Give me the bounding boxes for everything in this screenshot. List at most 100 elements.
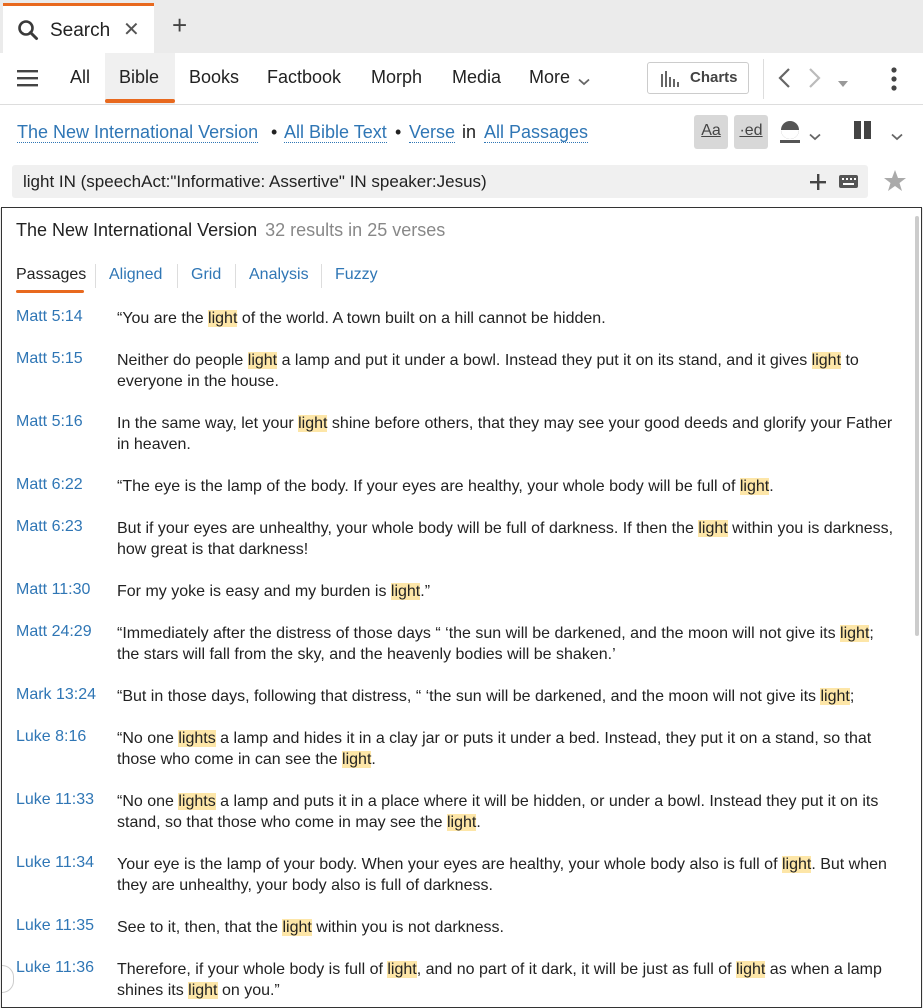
verse-reference-link[interactable]: Matt 6:22	[16, 476, 83, 494]
search-hit-highlight: lights	[178, 793, 216, 810]
verse-text-segment: In the same way, let your	[117, 415, 299, 432]
tab-aligned[interactable]: Aligned	[109, 266, 162, 284]
divider	[763, 59, 764, 99]
more-options-icon[interactable]	[891, 67, 897, 96]
search-hit-highlight: light	[446, 814, 477, 831]
verse-text-segment: See to it, then, that the	[117, 919, 283, 936]
star-icon[interactable]	[883, 169, 907, 198]
back-arrow-icon[interactable]	[777, 67, 791, 94]
verse-reference-link[interactable]: Luke 11:34	[16, 854, 94, 872]
verse-text-segment: ;	[849, 688, 855, 705]
tab-passages[interactable]: Passages	[16, 266, 86, 284]
verse-reference-link[interactable]: Luke 8:16	[16, 728, 86, 746]
close-icon[interactable]: ✕	[123, 20, 140, 40]
tab-analysis[interactable]: Analysis	[249, 266, 309, 284]
scope-link[interactable]: All Bible Text	[284, 122, 387, 143]
hamburger-menu-icon[interactable]	[17, 69, 39, 92]
version-link[interactable]: The New International Version	[17, 122, 259, 143]
add-icon[interactable]	[809, 173, 827, 196]
tab-factbook[interactable]: Factbook	[267, 67, 341, 88]
search-icon	[17, 19, 39, 46]
verse-text: “No one lights a lamp and hides it in a …	[117, 728, 897, 770]
verse-text-segment: Neither do people	[117, 352, 248, 369]
verse-reference-link[interactable]: Luke 11:33	[16, 791, 94, 809]
separator-dot: •	[395, 122, 402, 142]
keyboard-icon[interactable]	[839, 175, 859, 194]
verse-text-segment: “You are the	[117, 310, 209, 327]
search-hit-highlight: light	[735, 961, 766, 978]
tab-media[interactable]: Media	[452, 67, 501, 88]
results-count: 32 results in 25 verses	[265, 220, 446, 240]
match-forms-button[interactable]: ·ed	[734, 115, 768, 149]
search-row: light IN (speechAct:"Informative: Assert…	[0, 162, 923, 208]
verse-reference-link[interactable]: Mark 13:24	[16, 686, 96, 704]
verse-text-segment: a lamp and puts it in a place where it w…	[117, 793, 879, 831]
divider	[95, 264, 96, 288]
divider	[177, 264, 178, 288]
match-case-button[interactable]: Aa	[694, 115, 728, 149]
forward-arrow-icon[interactable]	[808, 67, 822, 94]
chevron-down-icon[interactable]	[891, 128, 903, 146]
chevron-down-icon[interactable]	[578, 73, 590, 91]
verse-text-segment: Your eye is the lamp of your body. When …	[117, 856, 782, 873]
search-query[interactable]: light IN (speechAct:"Informative: Assert…	[23, 172, 487, 192]
verse-reference-link[interactable]: Luke 11:35	[16, 917, 94, 935]
history-dropdown-icon[interactable]	[837, 75, 849, 93]
tab-label: Search	[50, 20, 111, 41]
verse-text: For my yoke is easy and my burden is lig…	[117, 581, 897, 602]
tab-all[interactable]: All	[70, 67, 90, 88]
verse-text-segment: of the world. A town built on a hill can…	[237, 310, 606, 327]
verse-reference-link[interactable]: Matt 24:29	[16, 623, 92, 641]
verse-text: See to it, then, that the light within y…	[117, 917, 897, 938]
divider	[321, 264, 322, 288]
charts-button[interactable]: Charts	[647, 62, 749, 94]
tab-morph[interactable]: Morph	[371, 67, 422, 88]
tint-drop-icon[interactable]	[779, 120, 801, 149]
collapse-panel-handle[interactable]	[2, 965, 14, 993]
verse-reference-link[interactable]: Matt 11:30	[16, 581, 90, 599]
verse-text-segment: .	[371, 751, 376, 768]
tab-search[interactable]: Search ✕	[3, 3, 154, 53]
column-layout-icon[interactable]	[854, 121, 872, 144]
active-tab-indicator	[105, 99, 175, 103]
match-forms-label: ·ed	[739, 122, 763, 139]
search-hit-highlight: light	[208, 310, 238, 327]
search-hit-highlight: light	[387, 961, 417, 978]
chevron-down-icon[interactable]	[809, 128, 821, 146]
search-hit-highlight: light	[298, 415, 328, 432]
verse-text-segment: a lamp and put it under a bowl. Instead …	[277, 352, 812, 369]
new-tab-button[interactable]: +	[172, 12, 187, 38]
verse-text: “But in those days, following that distr…	[117, 686, 897, 707]
verse-text-segment: “No one	[117, 730, 179, 747]
bar-chart-icon	[660, 71, 680, 92]
tab-grid[interactable]: Grid	[191, 266, 221, 284]
verse-text-segment: .”	[420, 583, 431, 600]
verse-reference-link[interactable]: Luke 11:36	[16, 959, 94, 977]
charts-label: Charts	[690, 69, 738, 86]
scrollbar[interactable]	[915, 216, 919, 636]
verse-text: But if your eyes are unhealthy, your who…	[117, 518, 897, 560]
verse-text: Therefore, if your whole body is full of…	[117, 959, 897, 1001]
verse-text-segment: , and no part of it dark, it will be jus…	[416, 961, 736, 978]
verse-reference-link[interactable]: Matt 6:23	[16, 518, 83, 536]
verse-text: In the same way, let your light shine be…	[117, 413, 897, 455]
verse-reference-link[interactable]: Matt 5:16	[16, 413, 83, 431]
verse-text: Neither do people light a lamp and put i…	[117, 350, 897, 392]
search-hit-highlight: light	[282, 919, 312, 936]
unit-link[interactable]: Verse	[409, 122, 456, 143]
tab-fuzzy[interactable]: Fuzzy	[335, 266, 378, 284]
tab-bible[interactable]: Bible	[119, 67, 159, 88]
search-input[interactable]: light IN (speechAct:"Informative: Assert…	[12, 165, 868, 198]
verse-text-segment: Therefore, if your whole body is full of	[117, 961, 388, 978]
search-hit-highlight: light	[840, 625, 870, 642]
separator-dot: •	[271, 122, 278, 142]
passages-link[interactable]: All Passages	[484, 122, 589, 143]
search-hit-highlight: light	[739, 478, 770, 495]
verse-text-segment: “The eye is the lamp of the body. If you…	[117, 478, 740, 495]
tab-more[interactable]: More	[529, 67, 570, 88]
verse-reference-link[interactable]: Matt 5:14	[16, 308, 83, 326]
tab-books[interactable]: Books	[189, 67, 239, 88]
verse-text: “You are the light of the world. A town …	[117, 308, 897, 329]
search-scope-bar: The New International Version • All Bibl…	[0, 105, 923, 162]
verse-reference-link[interactable]: Matt 5:15	[16, 350, 83, 368]
